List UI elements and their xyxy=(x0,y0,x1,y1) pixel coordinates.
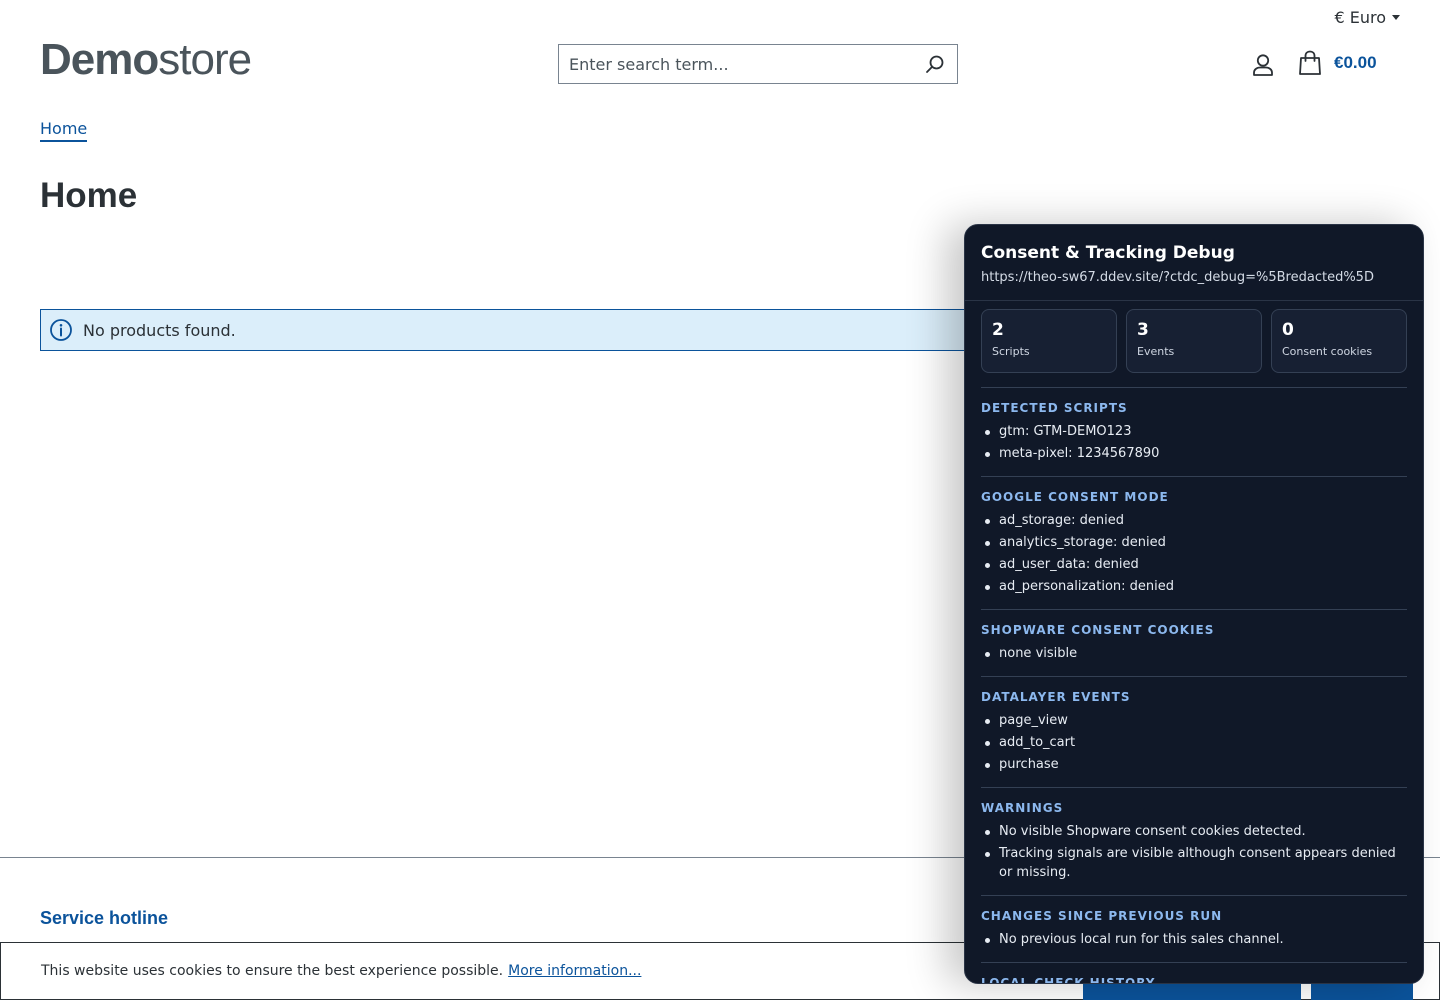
list-item: gtm: GTM-DEMO123 xyxy=(981,422,1407,441)
debug-panel-body[interactable]: 2 Scripts 3 Events 0 Consent cookies DET… xyxy=(981,309,1407,984)
search-input[interactable] xyxy=(559,45,913,83)
debug-panel: Consent & Tracking Debug https://theo-sw… xyxy=(964,224,1424,984)
cart-total: €0.00 xyxy=(1334,53,1377,72)
stats-cards: 2 Scripts 3 Events 0 Consent cookies xyxy=(981,309,1407,373)
currency-label: € Euro xyxy=(1334,8,1386,27)
list-item: add_to_cart xyxy=(981,733,1407,752)
footer-hotline-title: Service hotline xyxy=(40,908,169,928)
section-heading: DATALAYER EVENTS xyxy=(981,690,1131,704)
section-consent-mode: GOOGLE CONSENT MODE ad_storage: denied a… xyxy=(981,476,1407,609)
cart-button[interactable]: €0.00 xyxy=(1298,50,1377,76)
section-heading: DETECTED SCRIPTS xyxy=(981,401,1128,415)
logo-light-text: store xyxy=(158,35,252,84)
debug-panel-header: Consent & Tracking Debug https://theo-sw… xyxy=(965,225,1423,301)
shopping-bag-icon xyxy=(1299,50,1321,75)
section-heading: GOOGLE CONSENT MODE xyxy=(981,490,1169,504)
section-history: LOCAL CHECK HISTORY xyxy=(981,962,1407,984)
info-icon xyxy=(50,319,72,341)
search-icon xyxy=(926,55,944,73)
stat-card-scripts: 2 Scripts xyxy=(981,309,1117,373)
search-bar xyxy=(558,44,958,84)
search-button[interactable] xyxy=(913,45,957,83)
debug-panel-title: Consent & Tracking Debug xyxy=(981,243,1235,263)
list-item: No visible Shopware consent cookies dete… xyxy=(981,822,1407,841)
section-detected-scripts: DETECTED SCRIPTS gtm: GTM-DEMO123 meta-p… xyxy=(981,387,1407,476)
list-item: ad_personalization: denied xyxy=(981,577,1407,596)
cookie-text: This website uses cookies to ensure the … xyxy=(41,963,504,979)
stat-label: Consent cookies xyxy=(1282,345,1373,358)
stat-value: 3 xyxy=(1137,320,1149,340)
stat-value: 2 xyxy=(992,320,1004,340)
page-title: Home xyxy=(40,176,138,215)
stat-card-consent-cookies: 0 Consent cookies xyxy=(1271,309,1407,373)
section-heading: LOCAL CHECK HISTORY xyxy=(981,976,1156,984)
logo-bold-text: Demo xyxy=(40,35,159,84)
section-heading: WARNINGS xyxy=(981,801,1064,815)
list-item: page_view xyxy=(981,711,1407,730)
list-item: purchase xyxy=(981,755,1407,774)
list-item: analytics_storage: denied xyxy=(981,533,1407,552)
stat-value: 0 xyxy=(1282,320,1294,340)
user-icon xyxy=(1253,54,1273,76)
cookie-more-link[interactable]: More information... xyxy=(508,963,641,979)
currency-selector[interactable]: € Euro xyxy=(1334,8,1400,27)
section-warnings: WARNINGS No visible Shopware consent coo… xyxy=(981,787,1407,895)
debug-panel-url: https://theo-sw67.ddev.site/?ctdc_debug=… xyxy=(981,270,1374,285)
section-heading: CHANGES SINCE PREVIOUS RUN xyxy=(981,909,1223,923)
caret-down-icon xyxy=(1392,15,1400,20)
section-heading: SHOPWARE CONSENT COOKIES xyxy=(981,623,1215,637)
list-item: ad_user_data: denied xyxy=(981,555,1407,574)
breadcrumb-home[interactable]: Home xyxy=(40,119,88,142)
stat-label: Events xyxy=(1137,345,1175,358)
list-item: ad_storage: denied xyxy=(981,511,1407,530)
store-logo[interactable]: Demostore xyxy=(40,35,252,84)
list-item: Tracking signals are visible although co… xyxy=(981,844,1407,882)
section-consent-cookies: SHOPWARE CONSENT COOKIES none visible xyxy=(981,609,1407,676)
account-button[interactable] xyxy=(1250,52,1276,78)
list-item: meta-pixel: 1234567890 xyxy=(981,444,1407,463)
info-alert: No products found. xyxy=(40,309,1040,351)
list-item: No previous local run for this sales cha… xyxy=(981,930,1407,949)
alert-message: No products found. xyxy=(83,320,236,340)
stat-label: Scripts xyxy=(992,345,1030,358)
list-item: none visible xyxy=(981,644,1407,663)
stat-card-events: 3 Events xyxy=(1126,309,1262,373)
section-datalayer-events: DATALAYER EVENTS page_view add_to_cart p… xyxy=(981,676,1407,787)
section-changes: CHANGES SINCE PREVIOUS RUN No previous l… xyxy=(981,895,1407,962)
